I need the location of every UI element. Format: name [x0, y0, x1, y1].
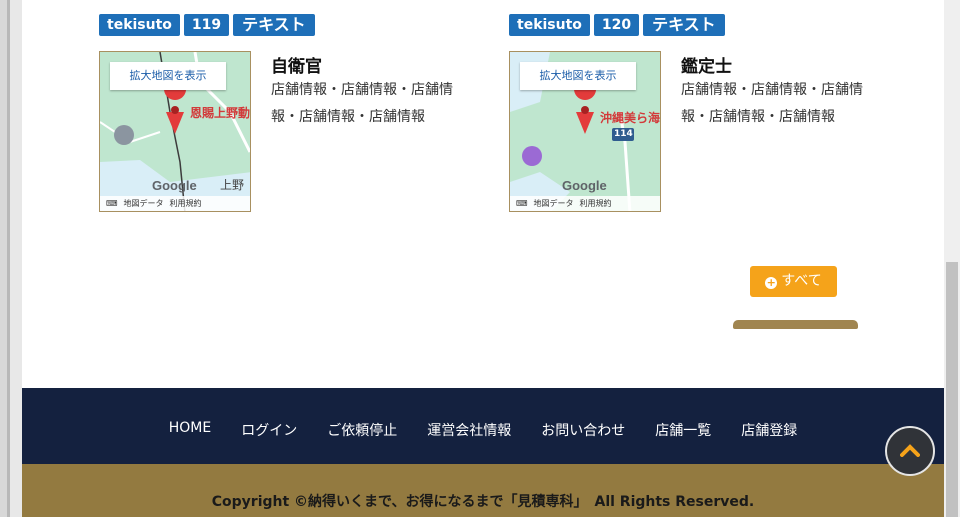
card-description: 店舗情報・店舗情報・店舗情報・店舗情報・店舗情報 [681, 82, 863, 125]
plus-circle-icon: + [765, 276, 778, 289]
card-title[interactable]: 鑑定士 [681, 52, 732, 77]
view-all-button[interactable]: + すべて [750, 266, 837, 297]
tag-type[interactable]: テキスト [643, 14, 725, 36]
left-scroll-track [0, 0, 7, 517]
map-embed[interactable]: 拡大地図を表示 沖縄美ら海 114 Google ⌨ 地図データ 利用規約 [509, 51, 661, 212]
map-place-label: 沖縄美ら海 [600, 111, 661, 125]
keyboard-icon[interactable]: ⌨ [516, 196, 528, 211]
map-place-label: 恩賜上野動 [190, 106, 251, 120]
decorative-bar [733, 320, 858, 329]
nav-login[interactable]: ログイン [241, 420, 297, 440]
card-title[interactable]: 自衛官 [271, 52, 322, 77]
nav-store-register[interactable]: 店舗登録 [741, 420, 797, 440]
chevron-up-icon [900, 444, 920, 457]
map-data-link[interactable]: 地図データ [124, 196, 164, 211]
tag-row: tekisuto 119 テキスト [99, 14, 479, 36]
back-to-top-button[interactable] [885, 426, 935, 476]
nav-store-list[interactable]: 店舗一覧 [655, 420, 711, 440]
road-number: 114 [614, 129, 633, 139]
map-data-link[interactable]: 地図データ [534, 196, 574, 211]
footer-nav-links: HOME ログイン ご依頼停止 運営会社情報 お問い合わせ 店舗一覧 店舗登録 [22, 420, 944, 440]
tag-id[interactable]: 120 [593, 14, 640, 36]
listing-card: tekisuto 119 テキスト 拡大地図を表示 恩賜上野動 上野 Googl… [99, 14, 479, 212]
view-all-label: すべて [781, 273, 822, 289]
map-enlarge-button[interactable]: 拡大地図を表示 [110, 62, 226, 90]
map-footer: ⌨ 地図データ 利用規約 [510, 196, 660, 211]
nav-company-info[interactable]: 運営会社情報 [427, 420, 511, 440]
terms-link[interactable]: 利用規約 [170, 196, 202, 211]
keyboard-icon[interactable]: ⌨ [106, 196, 118, 211]
footer-copyright-bar: Copyright ©納得いくまで、お得になるまで「見積専科」 All Righ… [22, 464, 944, 517]
map-place-label-2: 上野 [220, 178, 245, 192]
nav-home[interactable]: HOME [169, 420, 211, 440]
listing-card: tekisuto 120 テキスト 拡大地図を表示 沖縄美ら海 114 Goog… [509, 14, 889, 212]
tag-type[interactable]: テキスト [233, 14, 315, 36]
nav-stop-request[interactable]: ご依頼停止 [327, 420, 397, 440]
map-enlarge-button[interactable]: 拡大地図を表示 [520, 62, 636, 90]
google-logo: Google [152, 178, 197, 193]
copyright-text: Copyright ©納得いくまで、お得になるまで「見積専科」 All Righ… [211, 494, 755, 510]
tag-user[interactable]: tekisuto [509, 14, 590, 36]
map-embed[interactable]: 拡大地図を表示 恩賜上野動 上野 Google ⌨ 地図データ 利用規約 [99, 51, 251, 212]
left-scroll-edge [7, 0, 10, 517]
scrollbar-thumb[interactable] [946, 262, 958, 517]
tag-id[interactable]: 119 [183, 14, 230, 36]
tag-row: tekisuto 120 テキスト [509, 14, 889, 36]
card-description: 店舗情報・店舗情報・店舗情報・店舗情報・店舗情報 [271, 82, 453, 125]
tag-user[interactable]: tekisuto [99, 14, 180, 36]
map-footer: ⌨ 地図データ 利用規約 [100, 196, 250, 211]
google-logo: Google [562, 178, 607, 193]
terms-link[interactable]: 利用規約 [580, 196, 612, 211]
nav-contact[interactable]: お問い合わせ [541, 420, 625, 440]
footer-nav: HOME ログイン ご依頼停止 運営会社情報 お問い合わせ 店舗一覧 店舗登録 [22, 388, 944, 464]
